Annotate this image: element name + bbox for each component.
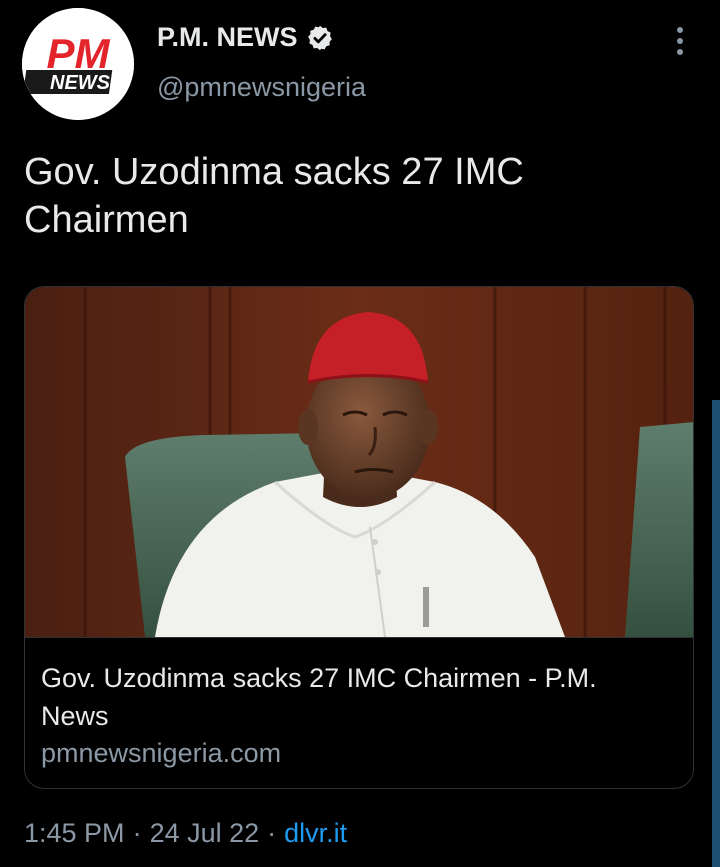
tweet-time[interactable]: 1:45 PM bbox=[24, 818, 125, 849]
link-card[interactable]: Gov. Uzodinma sacks 27 IMC Chairmen - P.… bbox=[24, 286, 694, 789]
scrollbar[interactable] bbox=[712, 400, 720, 867]
display-name-row: P.M. NEWS bbox=[157, 22, 334, 53]
handle[interactable]: @pmnewsnigeria bbox=[157, 72, 366, 103]
card-divider bbox=[25, 637, 693, 638]
tweet-meta: 1:45 PM · 24 Jul 22 · dlvr.it bbox=[24, 818, 347, 849]
display-name[interactable]: P.M. NEWS bbox=[157, 22, 298, 53]
more-options-icon[interactable] bbox=[668, 24, 692, 58]
meta-separator: · bbox=[132, 818, 142, 848]
verified-badge-icon bbox=[306, 24, 334, 52]
pm-news-logo: PM NEWS bbox=[22, 8, 134, 120]
tweet: PM NEWS P.M. NEWS @pmnewsnigeria Gov. Uz… bbox=[0, 0, 720, 867]
svg-text:NEWS: NEWS bbox=[50, 72, 111, 94]
svg-text:PM: PM bbox=[47, 30, 111, 77]
meta-separator: · bbox=[267, 818, 277, 848]
card-title[interactable]: Gov. Uzodinma sacks 27 IMC Chairmen - P.… bbox=[41, 659, 671, 735]
tweet-date[interactable]: 24 Jul 22 bbox=[150, 818, 260, 849]
avatar[interactable]: PM NEWS bbox=[22, 8, 134, 120]
card-image[interactable] bbox=[25, 287, 693, 637]
card-domain[interactable]: pmnewsnigeria.com bbox=[41, 738, 281, 769]
tweet-text: Gov. Uzodinma sacks 27 IMC Chairmen bbox=[24, 151, 524, 241]
tweet-source-link[interactable]: dlvr.it bbox=[284, 818, 347, 849]
